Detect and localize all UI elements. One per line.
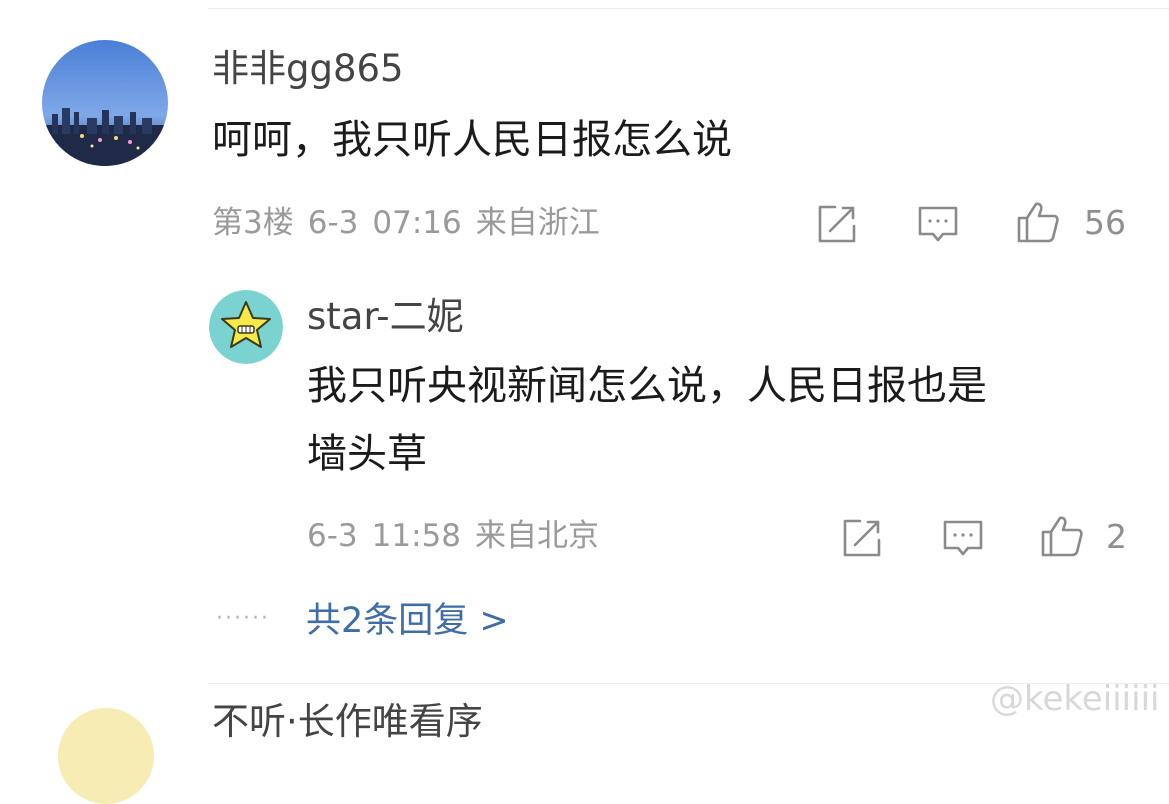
comment-username[interactable]: 非非gg865 xyxy=(212,50,404,87)
reply-time: 11:58 xyxy=(371,518,461,554)
avatar[interactable] xyxy=(42,40,168,166)
comment-floor: 第3楼 xyxy=(212,205,294,241)
reply-share-edit-icon[interactable] xyxy=(840,516,884,560)
top-divider xyxy=(208,8,1169,9)
reply-meta: 6-3 11:58 来自北京 xyxy=(307,521,613,552)
thumbs-up-icon[interactable] xyxy=(1016,200,1060,244)
comment-date: 6-3 xyxy=(307,205,359,241)
comment-text: 呵呵，我只听人民日报怎么说 xyxy=(212,117,732,163)
comment-like-count: 56 xyxy=(1084,203,1126,242)
comment-meta: 第3楼 6-3 07:16 来自浙江 xyxy=(212,208,614,239)
watermark: @kekeiiiiii xyxy=(990,679,1160,719)
comment-bubble-icon[interactable] xyxy=(916,202,960,246)
reply-location: 来自北京 xyxy=(474,518,599,554)
comment-time: 07:16 xyxy=(372,205,462,241)
share-edit-icon[interactable] xyxy=(815,202,859,246)
reply-like-count: 2 xyxy=(1106,517,1127,556)
reply-thumbs-up-icon[interactable] xyxy=(1040,514,1084,558)
reply-date: 6-3 xyxy=(307,518,358,554)
next-avatar[interactable] xyxy=(58,708,154,804)
reply-comment-bubble-icon[interactable] xyxy=(941,516,985,560)
reply-text-line2: 墙头草 xyxy=(307,431,427,477)
reply-avatar[interactable] xyxy=(209,290,283,364)
replies-dots: ······ xyxy=(216,606,270,631)
view-replies-link[interactable]: 共2条回复 > xyxy=(306,604,509,639)
next-comment-username[interactable]: 不听·长作唯看序 xyxy=(212,703,483,740)
reply-text-line1: 我只听央视新闻怎么说，人民日报也是 xyxy=(307,363,987,409)
comment-location: 来自浙江 xyxy=(475,205,600,241)
reply-username[interactable]: star-二妮 xyxy=(307,298,464,335)
